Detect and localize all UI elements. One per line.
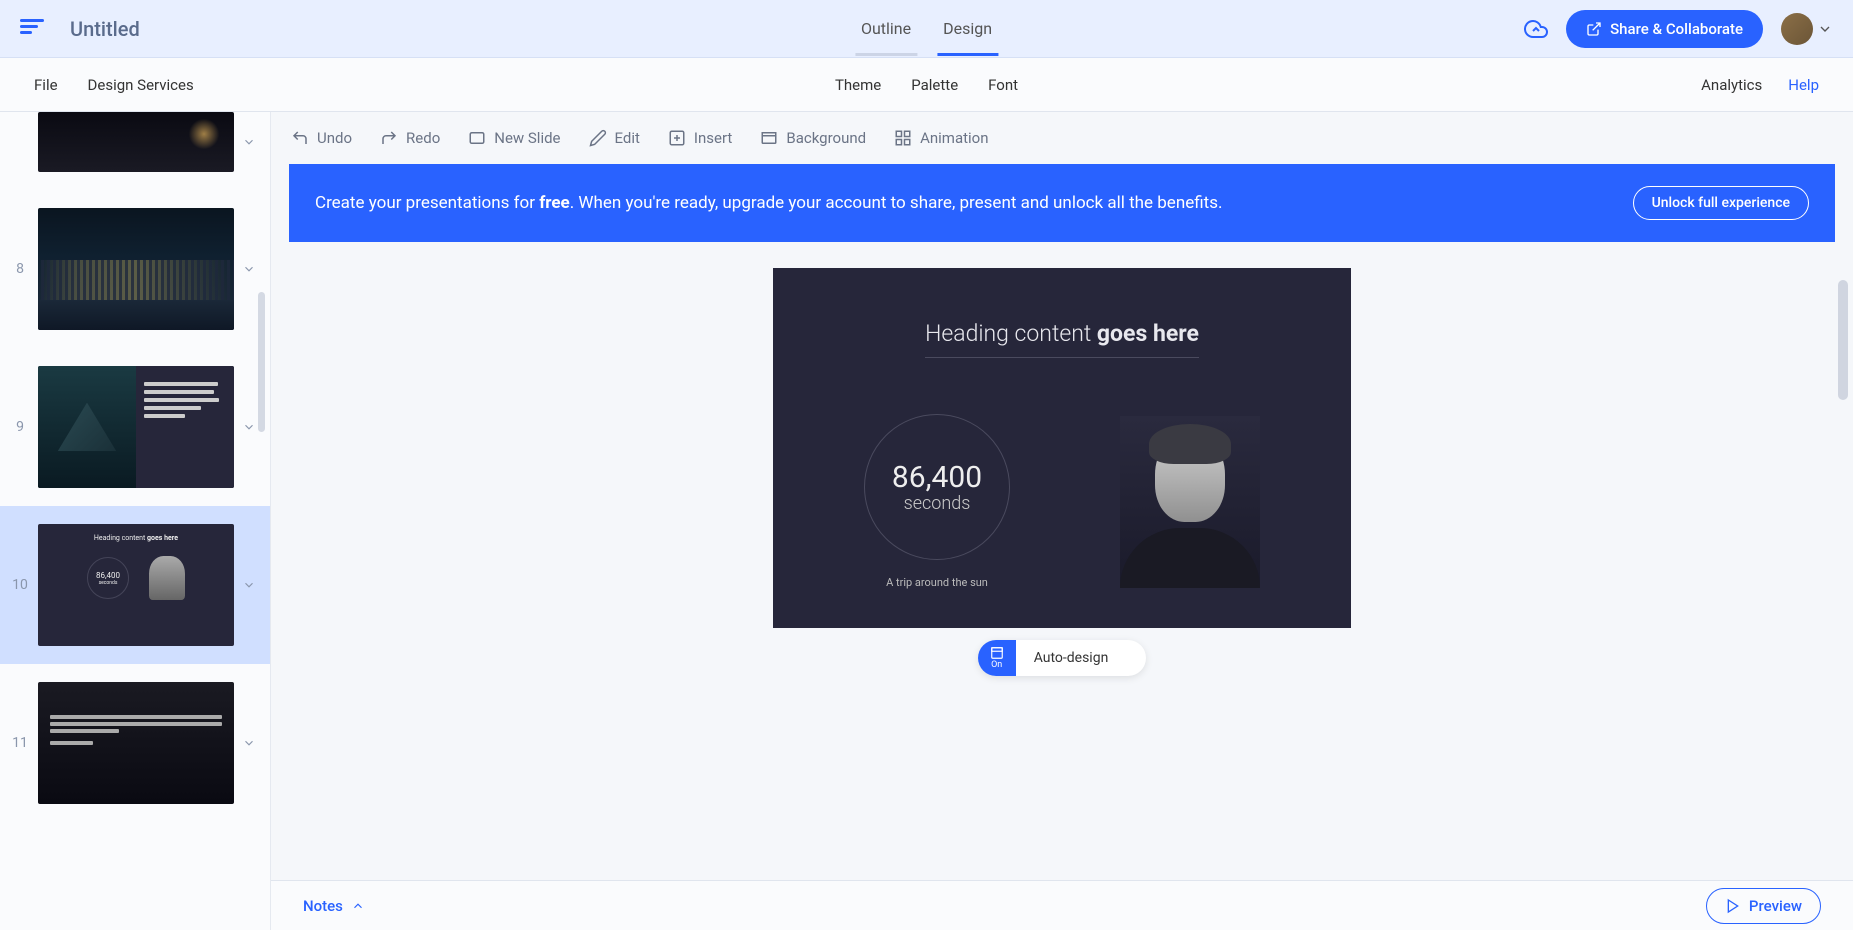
notes-toggle[interactable]: Notes [303,897,365,915]
user-menu[interactable] [1781,13,1833,45]
portrait-image[interactable] [1120,416,1260,588]
slide-thumbnail-7[interactable] [0,112,270,190]
preview-button[interactable]: Preview [1706,888,1821,924]
slide-number: 10 [10,577,30,593]
slide-thumbnail-11[interactable]: 11 [0,664,270,822]
thumb-heading: Heading content [94,534,147,542]
menu-font[interactable]: Font [988,76,1018,94]
slide-toolbar: Undo Redo New Slide Edit Insert Backgrou… [271,112,1853,164]
slide-stage: Heading content goes here 86,400 seconds… [271,242,1853,880]
play-icon [1725,898,1741,914]
auto-design-label[interactable]: Auto-design [1016,650,1127,666]
slide-thumbnail-9[interactable]: 9 [0,348,270,506]
stat-block[interactable]: 86,400 seconds A trip around the sun [864,414,1010,589]
sidebar-scrollbar[interactable] [258,112,267,930]
document-title[interactable]: Untitled [70,17,140,41]
slide-panel: 8 9 10 Heading content goes here 86,400s… [0,112,271,930]
tab-outline[interactable]: Outline [855,1,917,56]
banner-text: Create your presentations for free. When… [315,193,1222,213]
current-slide[interactable]: Heading content goes here 86,400 seconds… [773,268,1351,628]
stat-value: 86,400 [892,460,982,495]
redo-button[interactable]: Redo [380,129,440,147]
slide-thumbnail-8[interactable]: 8 [0,190,270,348]
chevron-down-icon[interactable] [242,420,256,434]
bottom-bar: Notes Preview [271,880,1853,930]
chevron-down-icon[interactable] [242,262,256,276]
menu-theme[interactable]: Theme [835,76,881,94]
slide-number: 9 [10,419,30,435]
share-button[interactable]: Share & Collaborate [1566,10,1763,48]
menu-design-services[interactable]: Design Services [88,76,194,94]
stat-caption: A trip around the sun [886,576,988,589]
slide-number: 8 [10,261,30,277]
top-bar: Untitled Outline Design Share & Collabor… [0,0,1853,58]
help-icon[interactable] [1126,650,1146,666]
menu-file[interactable]: File [34,76,58,94]
unlock-button[interactable]: Unlock full experience [1633,186,1809,220]
stat-label: seconds [904,493,971,514]
menu-bar: File Design Services Theme Palette Font … [0,58,1853,112]
menu-analytics[interactable]: Analytics [1701,76,1762,94]
canvas-scrollbar[interactable] [1838,280,1850,880]
animation-button[interactable]: Animation [894,129,988,147]
canvas-area: Undo Redo New Slide Edit Insert Backgrou… [271,112,1853,930]
tab-design[interactable]: Design [937,1,998,56]
chevron-down-icon[interactable] [242,578,256,592]
chevron-down-icon [1817,21,1833,37]
new-slide-button[interactable]: New Slide [468,129,560,147]
chevron-up-icon [351,899,365,913]
chevron-down-icon[interactable] [242,736,256,750]
auto-design-control: On Auto-design [978,640,1147,676]
edit-button[interactable]: Edit [589,129,640,147]
upgrade-banner: Create your presentations for free. When… [289,164,1835,242]
chevron-down-icon[interactable] [242,135,256,149]
app-logo-icon[interactable] [20,19,44,39]
menu-palette[interactable]: Palette [911,76,958,94]
avatar [1781,13,1813,45]
background-button[interactable]: Background [760,129,866,147]
menu-help[interactable]: Help [1788,76,1819,94]
slide-number: 11 [10,735,30,751]
auto-design-toggle[interactable]: On [978,640,1016,676]
slide-thumbnail-10[interactable]: 10 Heading content goes here 86,400secon… [0,506,270,664]
undo-button[interactable]: Undo [291,129,352,147]
insert-button[interactable]: Insert [668,129,732,147]
share-label: Share & Collaborate [1610,20,1743,38]
cloud-sync-icon[interactable] [1524,17,1548,41]
slide-heading[interactable]: Heading content goes here [925,320,1199,358]
